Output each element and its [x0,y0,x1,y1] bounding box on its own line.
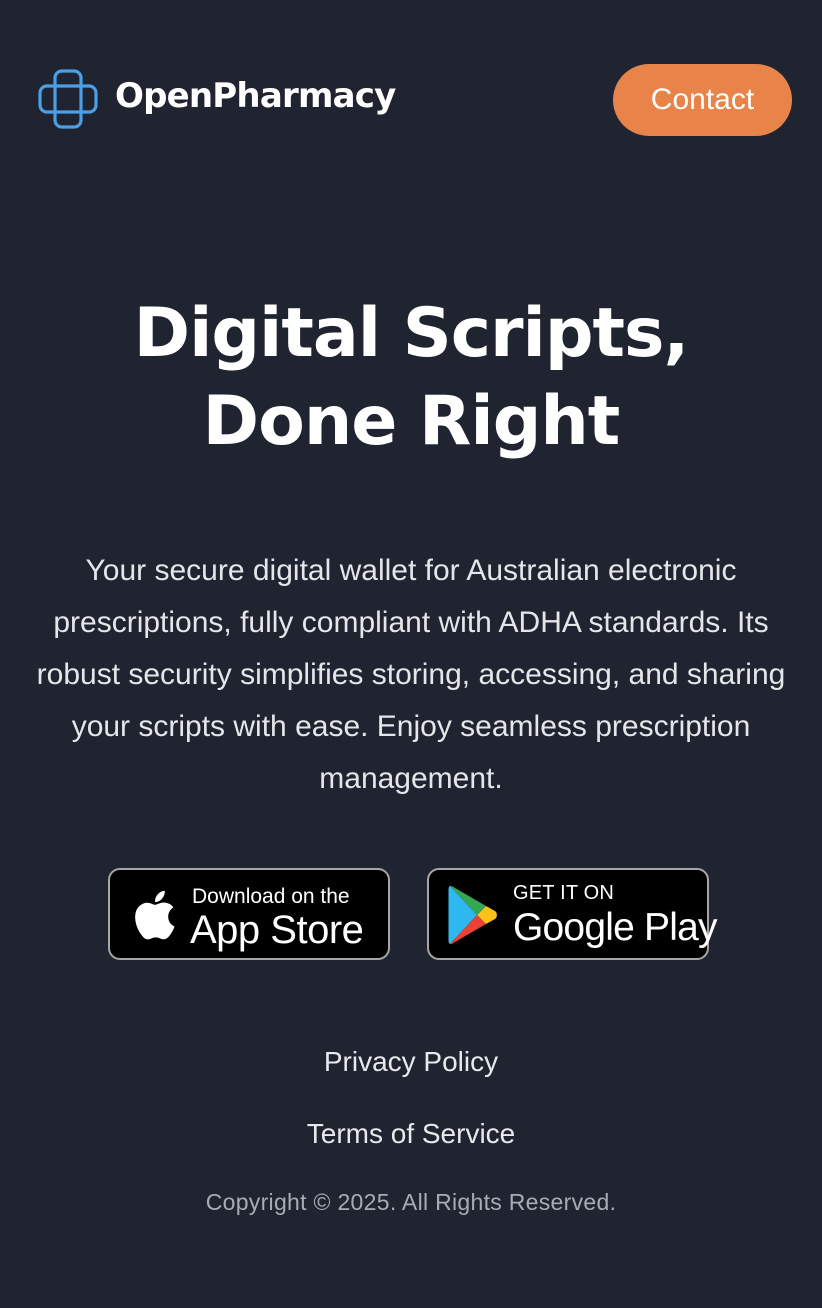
brand-logo-link[interactable]: OpenPharmacy [37,68,396,130]
apple-icon [135,890,175,940]
hero-description: Your secure digital wallet for Australia… [36,554,786,795]
terms-of-service-link[interactable]: Terms of Service [0,1118,822,1150]
google-play-large-text: Google Play [513,906,717,949]
privacy-policy-link[interactable]: Privacy Policy [0,1046,822,1078]
google-play-small-text: GET IT ON [513,882,615,904]
app-store-small-text: Download on the [192,885,350,908]
app-store-button[interactable]: Download on the App Store [108,868,390,960]
contact-button[interactable]: Contact [613,64,792,136]
copyright-text: Copyright © 2025. All Rights Reserved. [205,1189,617,1215]
medical-cross-logo-icon [38,69,98,129]
hero-title: Digital Scripts, Done Right [0,290,822,466]
hero-title-line-2: Done Right [202,382,621,461]
app-store-large-text: App Store [190,908,364,952]
google-play-button[interactable]: GET IT ON Google Play [427,868,717,960]
hero-title-line-1: Digital Scripts, [133,294,690,373]
brand-name: OpenPharmacy [115,76,396,116]
site-header: OpenPharmacy Contact [0,0,822,170]
google-play-icon [448,885,497,945]
